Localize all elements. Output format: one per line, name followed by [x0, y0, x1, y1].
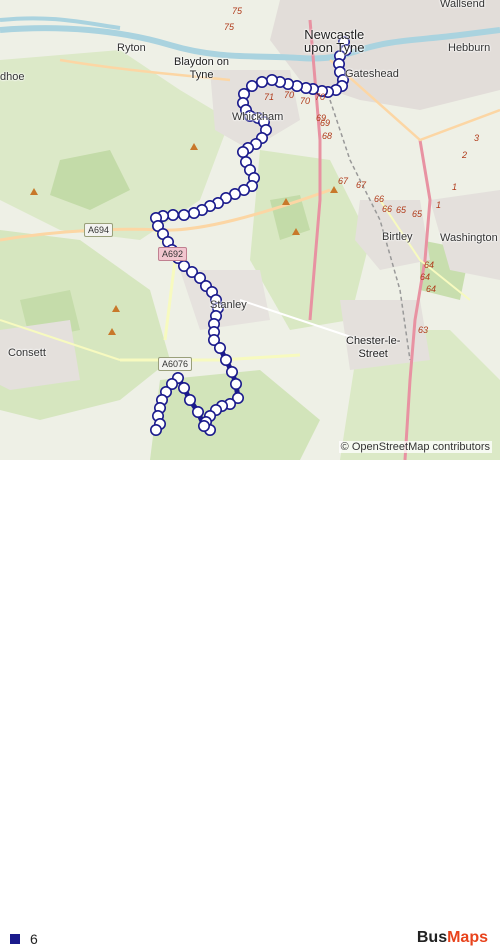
bus-stop-marker[interactable]	[237, 146, 250, 159]
road-number: 68	[322, 131, 333, 141]
place-label-blaydon: Blaydon on Tyne	[174, 56, 229, 82]
road-number: 63	[418, 325, 429, 335]
road-number: 2	[462, 150, 468, 160]
brand-part2: Maps	[447, 929, 488, 946]
road-number: 65	[412, 209, 423, 219]
map-attribution: © OpenStreetMap contributors	[338, 441, 492, 453]
road-shield-a6076: A6076	[158, 357, 193, 371]
place-label-washington: Washington	[440, 232, 498, 244]
road-number: 70	[315, 92, 326, 102]
place-label-ryton: Ryton	[117, 42, 146, 54]
bus-stop-marker[interactable]	[150, 423, 163, 436]
road-number: 66	[382, 204, 393, 214]
bus-stop-marker[interactable]	[255, 76, 268, 89]
road-number: 1	[436, 200, 442, 210]
road-number: 71	[264, 92, 275, 102]
place-label-gateshead: Gateshead	[345, 68, 399, 80]
bus-stop-marker[interactable]	[214, 341, 227, 354]
road-shield-a692: A692	[158, 247, 188, 261]
bus-stop-marker[interactable]	[265, 74, 278, 87]
road-number: 75	[224, 22, 235, 32]
road-number: 64	[424, 260, 435, 270]
place-label-newcastle: Newcastle upon Tyne	[304, 28, 364, 54]
blaydon-line1: Blaydon on	[174, 56, 230, 68]
chester-line1: Chester-le-	[346, 335, 401, 347]
road-number: 66	[374, 194, 385, 204]
place-label-whickham: Whickham	[232, 111, 284, 123]
place-label-consett: Consett	[8, 347, 46, 359]
bus-stop-marker[interactable]	[192, 405, 205, 418]
busmaps-logo: BusMaps	[417, 929, 488, 947]
road-number: 64	[426, 284, 437, 294]
legend-swatch	[10, 934, 20, 944]
road-number: 70	[300, 96, 311, 106]
bus-stop-marker[interactable]	[226, 365, 239, 378]
bus-stop-marker[interactable]	[198, 419, 211, 432]
bus-stop-marker[interactable]	[230, 377, 243, 390]
road-number: 65	[396, 205, 407, 215]
road-number: 3	[474, 133, 480, 143]
bus-stop-marker[interactable]	[220, 353, 233, 366]
chester-line2: Street	[358, 348, 388, 360]
footer: 6 BusMaps	[0, 460, 500, 947]
bus-stop-marker[interactable]	[167, 209, 180, 222]
place-label-chester-le-street: Chester-le- Street	[346, 335, 400, 361]
blaydon-line2: Tyne	[189, 69, 214, 81]
place-label-wallsend: Wallsend	[440, 0, 485, 10]
place-label-birtley: Birtley	[382, 231, 413, 243]
road-number: 1	[452, 182, 458, 192]
road-number: 70	[284, 90, 295, 100]
road-shield-a694: A694	[84, 223, 114, 237]
bus-stop-marker[interactable]	[246, 80, 259, 93]
brand-part1: Bus	[416, 929, 448, 946]
bus-stop-marker[interactable]	[178, 209, 191, 222]
bus-stop-marker[interactable]	[178, 381, 191, 394]
place-label-hoe: dhoe	[0, 71, 25, 83]
bus-stop-marker[interactable]	[188, 207, 201, 220]
road-number: 67	[356, 180, 367, 190]
place-label-stanley: Stanley	[210, 299, 247, 311]
legend-route-label: 6	[30, 931, 38, 947]
map-view[interactable]: Wallsend Newcastle upon Tyne Gateshead H…	[0, 0, 500, 460]
road-number: 75	[232, 6, 243, 16]
road-number: 69	[320, 118, 331, 128]
place-label-hebburn: Hebburn	[448, 42, 491, 54]
road-number: 64	[420, 272, 431, 282]
newcastle-line2: upon Tyne	[304, 40, 365, 55]
bus-stop-marker[interactable]	[184, 393, 197, 406]
road-number: 67	[338, 176, 349, 186]
route-layer	[150, 35, 352, 436]
